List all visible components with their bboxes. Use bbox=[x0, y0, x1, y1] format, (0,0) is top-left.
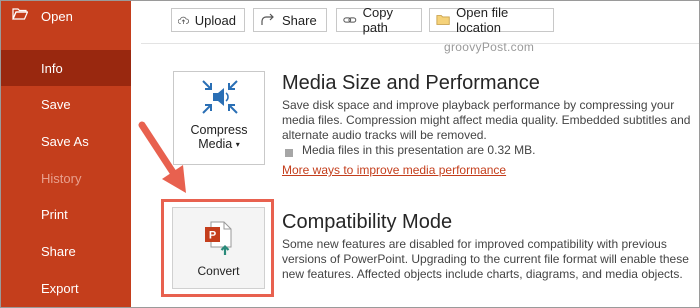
upload-button[interactable]: Upload bbox=[171, 8, 245, 32]
sidebar-item-save-as[interactable]: Save As bbox=[1, 123, 131, 159]
convert-label: Convert bbox=[197, 264, 240, 278]
sidebar-item-label: Print bbox=[41, 206, 68, 222]
sidebar-item-share[interactable]: Share bbox=[1, 233, 131, 269]
upload-label: Upload bbox=[194, 12, 236, 28]
copy-path-label: Copy path bbox=[362, 5, 393, 35]
compress-media-icon bbox=[202, 80, 238, 114]
sidebar-item-label: Open bbox=[41, 8, 73, 24]
backstage-window: Open Info Save Save As History Print Sha… bbox=[0, 0, 700, 308]
media-size-stat: Media files in this presentation are 0.3… bbox=[302, 143, 536, 157]
share-button[interactable]: Share bbox=[253, 8, 327, 32]
sidebar-item-print[interactable]: Print bbox=[1, 196, 131, 232]
compatibility-section-title: Compatibility Mode bbox=[282, 211, 453, 233]
sidebar-item-label: Info bbox=[41, 60, 63, 76]
open-file-location-label: Open file location bbox=[456, 5, 509, 35]
annotation-arrow-icon bbox=[138, 121, 186, 193]
watermark: groovyPost.com bbox=[444, 40, 535, 54]
more-media-performance-link[interactable]: More ways to improve media performance bbox=[282, 163, 506, 177]
dropdown-caret-icon: ▾ bbox=[235, 140, 240, 149]
cloud-upload-icon bbox=[178, 16, 189, 25]
sidebar-item-info[interactable]: Info bbox=[1, 50, 131, 86]
share-label: Share bbox=[282, 12, 317, 28]
sidebar-item-save[interactable]: Save bbox=[1, 86, 131, 122]
media-section-title: Media Size and Performance bbox=[282, 72, 540, 94]
media-section-description: Save disk space and improve playback per… bbox=[282, 98, 691, 142]
folder-open-icon bbox=[12, 8, 28, 20]
sidebar-item-label: Share bbox=[41, 243, 76, 259]
convert-button[interactable]: P Convert bbox=[172, 207, 265, 289]
link-icon bbox=[343, 17, 357, 23]
sidebar-item-label: Save As bbox=[41, 133, 89, 149]
open-file-location-button[interactable]: Open file location bbox=[429, 5, 554, 35]
sidebar-item-history: History bbox=[1, 160, 131, 196]
toolbar-divider bbox=[141, 43, 699, 44]
sidebar-item-open[interactable]: Open bbox=[1, 1, 131, 34]
sidebar-item-label: History bbox=[41, 170, 82, 186]
sidebar-item-export[interactable]: Export bbox=[1, 270, 131, 306]
convert-powerpoint-icon: P bbox=[205, 221, 232, 255]
share-arrow-icon bbox=[261, 13, 274, 25]
folder-icon bbox=[436, 15, 450, 25]
svg-text:P: P bbox=[209, 230, 216, 242]
bullet-icon bbox=[285, 149, 293, 157]
compatibility-section-description: Some new features are disabled for impro… bbox=[282, 237, 689, 281]
sidebar-item-label: Export bbox=[41, 280, 79, 296]
sidebar-item-label: Save bbox=[41, 96, 71, 112]
backstage-sidebar: Open Info Save Save As History Print Sha… bbox=[1, 1, 131, 307]
copy-path-button[interactable]: Copy path bbox=[336, 5, 422, 35]
